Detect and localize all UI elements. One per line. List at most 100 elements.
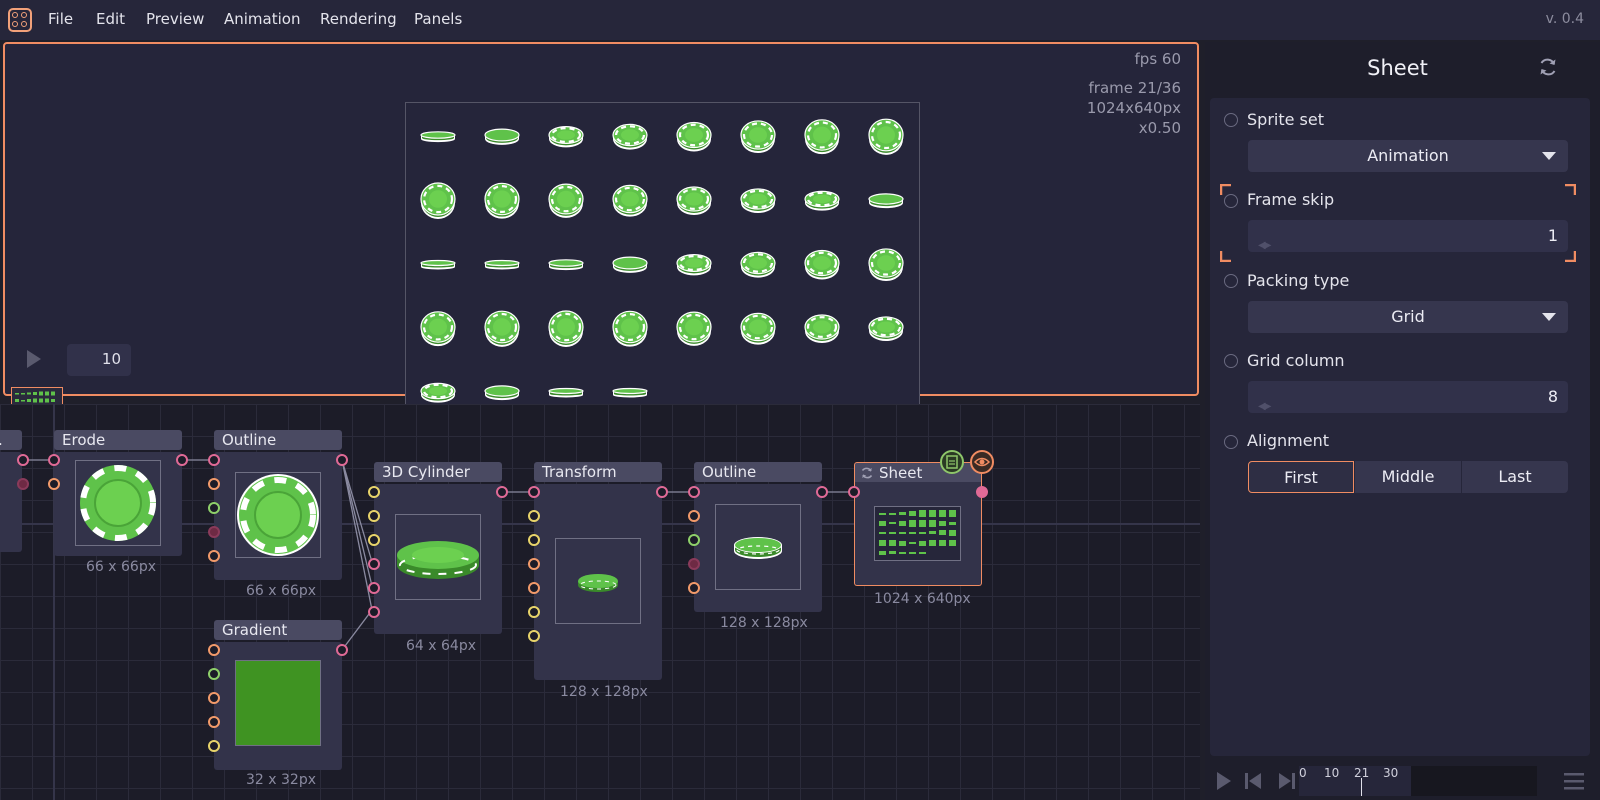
outline2-node-title[interactable]: Outline [694, 462, 822, 482]
erode-node-title[interactable]: Erode [54, 430, 182, 450]
input-port[interactable] [688, 558, 700, 570]
sprite-frame [548, 183, 584, 218]
node-graph[interactable]: . Erode 66 x 66px Outline 66 x 66px Grad… [0, 404, 1200, 800]
sprite-frame [804, 190, 840, 211]
size-label: 1024x640px [1086, 99, 1181, 117]
eye-icon[interactable] [970, 450, 994, 474]
output-port[interactable] [17, 478, 29, 490]
play-icon[interactable] [1217, 772, 1231, 790]
input-port[interactable] [528, 558, 540, 570]
input-port[interactable] [208, 668, 220, 680]
sprite-frame [612, 310, 648, 347]
outline2-preview [715, 504, 801, 590]
stepper-arrows-icon[interactable]: ◀▶ [1258, 391, 1271, 423]
input-port[interactable] [208, 502, 220, 514]
sprite-set-radio[interactable] [1224, 113, 1238, 127]
sprite-frame [484, 310, 520, 347]
output-port[interactable] [336, 454, 348, 466]
menu-edit[interactable]: Edit [96, 10, 125, 28]
play-icon[interactable] [27, 350, 41, 368]
input-port[interactable] [528, 606, 540, 618]
input-port[interactable] [688, 510, 700, 522]
alignment-segmented-control: First Middle Last [1248, 461, 1568, 493]
input-port[interactable] [848, 486, 860, 498]
input-port[interactable] [208, 740, 220, 752]
alignment-first-button[interactable]: First [1248, 461, 1354, 493]
partial-node-body[interactable] [0, 452, 22, 552]
refresh-icon[interactable] [1537, 56, 1559, 78]
input-port[interactable] [208, 526, 220, 538]
input-port[interactable] [368, 558, 380, 570]
output-port[interactable] [816, 486, 828, 498]
input-port[interactable] [528, 534, 540, 546]
alignment-radio[interactable] [1224, 435, 1238, 449]
grid-column-input[interactable]: ◀▶ 8 [1248, 381, 1568, 413]
menu-icon[interactable] [1563, 771, 1585, 791]
sprite-sheet-preview[interactable] [405, 102, 920, 424]
menu-file[interactable]: File [48, 10, 73, 28]
playhead[interactable] [1361, 778, 1362, 796]
stepper-arrows-icon[interactable]: ◀▶ [1258, 230, 1271, 262]
packing-type-radio[interactable] [1224, 274, 1238, 288]
input-port[interactable] [208, 716, 220, 728]
input-port[interactable] [208, 550, 220, 562]
alignment-label: Alignment [1247, 431, 1329, 450]
output-port[interactable] [976, 486, 988, 498]
input-port[interactable] [368, 606, 380, 618]
packing-type-dropdown[interactable]: Grid [1248, 301, 1568, 333]
sprite-frame [740, 120, 776, 154]
sprite-frame [676, 121, 712, 152]
input-port[interactable] [368, 534, 380, 546]
timeline-tick: 30 [1383, 766, 1399, 780]
sprite-frame [548, 259, 584, 271]
frame-skip-input[interactable]: ◀▶ 1 [1248, 220, 1568, 252]
outline-node-title[interactable]: Outline [214, 430, 342, 450]
grid-column-radio[interactable] [1224, 354, 1238, 368]
input-port[interactable] [368, 582, 380, 594]
menu-preview[interactable]: Preview [146, 10, 204, 28]
output-port[interactable] [496, 486, 508, 498]
alignment-last-button[interactable]: Last [1462, 461, 1568, 493]
input-port[interactable] [208, 644, 220, 656]
preview-panel[interactable]: fps 60 frame 21/36 1024x640px x0.50 10 [3, 42, 1199, 424]
packing-type-label: Packing type [1247, 271, 1350, 290]
input-port[interactable] [208, 478, 220, 490]
input-port[interactable] [528, 510, 540, 522]
frame-skip-radio[interactable] [1224, 194, 1238, 208]
sprite-frame [420, 131, 456, 143]
input-port[interactable] [528, 486, 540, 498]
output-port[interactable] [656, 486, 668, 498]
sprite-set-dropdown[interactable]: Animation [1248, 140, 1568, 172]
input-port[interactable] [528, 630, 540, 642]
timeline-tick: 0 [1299, 766, 1307, 780]
alignment-middle-button[interactable]: Middle [1355, 461, 1461, 493]
input-port[interactable] [688, 486, 700, 498]
output-port[interactable] [336, 644, 348, 656]
input-port[interactable] [688, 534, 700, 546]
menu-rendering[interactable]: Rendering [320, 10, 397, 28]
skip-back-icon[interactable] [1243, 771, 1263, 791]
gradient-node-title[interactable]: Gradient [214, 620, 342, 640]
input-port[interactable] [688, 582, 700, 594]
input-port[interactable] [208, 454, 220, 466]
input-port[interactable] [368, 510, 380, 522]
refresh-icon[interactable] [860, 466, 874, 480]
export-icon[interactable] [940, 450, 964, 474]
menu-animation[interactable]: Animation [224, 10, 300, 28]
input-port[interactable] [48, 478, 60, 490]
output-port[interactable] [176, 454, 188, 466]
timeline-scrubber[interactable]: 0 10 21 30 [1299, 766, 1537, 796]
skip-forward-icon[interactable] [1277, 771, 1297, 791]
menu-panels[interactable]: Panels [414, 10, 462, 28]
app-logo-icon[interactable] [8, 8, 32, 32]
partial-node-title[interactable]: . [0, 430, 22, 450]
output-port[interactable] [17, 454, 29, 466]
input-port[interactable] [48, 454, 60, 466]
cylinder-node-title[interactable]: 3D Cylinder [374, 462, 502, 482]
input-port[interactable] [368, 486, 380, 498]
input-port[interactable] [528, 582, 540, 594]
input-port[interactable] [208, 692, 220, 704]
playback-fps-input[interactable]: 10 [67, 344, 131, 376]
transform-node-title[interactable]: Transform [534, 462, 662, 482]
sprite-frame [484, 128, 520, 145]
